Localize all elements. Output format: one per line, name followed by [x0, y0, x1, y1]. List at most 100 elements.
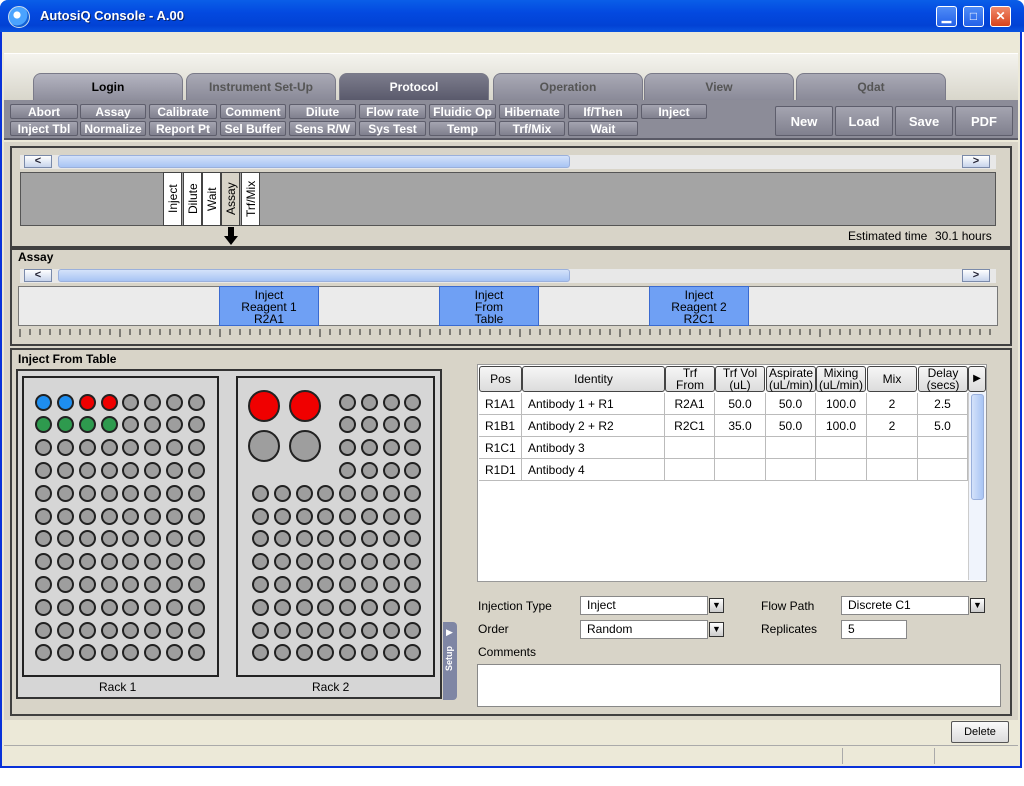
rack-2-well[interactable]	[295, 530, 313, 548]
tab-instrument-setup[interactable]: Instrument Set-Up	[186, 73, 336, 100]
table-cell[interactable]: R1D1	[479, 459, 522, 481]
table-cell[interactable]: 2.5	[918, 393, 968, 415]
rack-1-well[interactable]	[165, 461, 183, 479]
rack-1-well[interactable]	[34, 461, 52, 479]
rack-2-well[interactable]	[382, 393, 400, 411]
rack-2-well[interactable]	[295, 621, 313, 639]
rack-2-well[interactable]	[403, 575, 421, 593]
flow-path-dropdown-icon[interactable]: ▼	[970, 598, 985, 613]
rack-1-well[interactable]	[34, 393, 52, 411]
rack-1-well[interactable]	[143, 507, 161, 525]
rack-1-well[interactable]	[78, 575, 96, 593]
rack-2-well[interactable]	[403, 439, 421, 457]
rack-1-well[interactable]	[187, 416, 205, 434]
cmd-sens-rw[interactable]: Sens R/W	[289, 121, 356, 136]
rack-1-well[interactable]	[121, 575, 139, 593]
rack-1-well[interactable]	[187, 439, 205, 457]
step-wait[interactable]: Wait	[202, 172, 221, 226]
cmd-inject[interactable]: Inject	[641, 104, 707, 119]
cmd-report-pt[interactable]: Report Pt	[149, 121, 217, 136]
rack-1-well[interactable]	[165, 553, 183, 571]
rack-2-well[interactable]	[382, 553, 400, 571]
table-cell[interactable]	[665, 459, 715, 481]
rack-1-well[interactable]	[100, 507, 118, 525]
rack-2-well[interactable]	[360, 553, 378, 571]
rack-1-well[interactable]	[34, 575, 52, 593]
rack-1-well[interactable]	[34, 416, 52, 434]
rack-1-well[interactable]	[187, 530, 205, 548]
rack-1-well[interactable]	[165, 644, 183, 662]
rack-1-well[interactable]	[121, 507, 139, 525]
rack-2-well[interactable]	[273, 621, 291, 639]
column-header[interactable]: Mix	[867, 366, 917, 392]
rack-1-well[interactable]	[187, 621, 205, 639]
cmd-flow-rate[interactable]: Flow rate	[359, 104, 426, 119]
assay-scroll-right-arrow-icon[interactable]: >	[962, 269, 990, 282]
rack-1-well[interactable]	[34, 621, 52, 639]
rack-1-well[interactable]	[100, 530, 118, 548]
rack-1-well[interactable]	[143, 644, 161, 662]
cmd-trf-mix[interactable]: Trf/Mix	[499, 121, 565, 136]
new-button[interactable]: New	[775, 106, 833, 136]
rack-1-well[interactable]	[187, 484, 205, 502]
cmd-wait[interactable]: Wait	[568, 121, 638, 136]
save-button[interactable]: Save	[895, 106, 953, 136]
rack-1-well[interactable]	[187, 461, 205, 479]
rack-1-well[interactable]	[121, 461, 139, 479]
table-vscroll-thumb[interactable]	[971, 394, 984, 500]
rack-2-well[interactable]	[360, 598, 378, 616]
rack-2-well[interactable]	[403, 461, 421, 479]
pdf-button[interactable]: PDF	[955, 106, 1013, 136]
rack-2-well[interactable]	[251, 598, 269, 616]
rack-1-well[interactable]	[78, 598, 96, 616]
rack-1-well[interactable]	[165, 530, 183, 548]
column-header[interactable]: Aspirate (uL/min)	[766, 366, 816, 392]
table-cell[interactable]: R1C1	[479, 437, 522, 459]
rack-2-well[interactable]	[382, 575, 400, 593]
rack-1-well[interactable]	[165, 393, 183, 411]
rack-1-well[interactable]	[78, 461, 96, 479]
rack-1-well[interactable]	[187, 575, 205, 593]
cmd-comment[interactable]: Comment	[220, 104, 286, 119]
rack-2-well[interactable]	[403, 644, 421, 662]
column-header[interactable]: Delay (secs)	[918, 366, 968, 392]
rack-1-well[interactable]	[56, 644, 74, 662]
rack-2-well[interactable]	[360, 575, 378, 593]
rack-1-well[interactable]	[100, 598, 118, 616]
rack-1-well[interactable]	[187, 598, 205, 616]
assay-scroll-thumb[interactable]	[58, 269, 570, 282]
table-cell[interactable]: 2	[867, 393, 918, 415]
cmd-temp[interactable]: Temp	[429, 121, 496, 136]
rack-1-well[interactable]	[100, 553, 118, 571]
rack-1-well[interactable]	[56, 530, 74, 548]
rack-1-well[interactable]	[100, 621, 118, 639]
rack-1-well[interactable]	[34, 644, 52, 662]
comments-textarea[interactable]	[477, 664, 1001, 707]
rack-2-well[interactable]	[403, 393, 421, 411]
rack-2-well[interactable]	[251, 621, 269, 639]
rack-1-well[interactable]	[121, 530, 139, 548]
rack-2-well[interactable]	[316, 598, 334, 616]
rack-1-well[interactable]	[187, 393, 205, 411]
rack-1-well[interactable]	[143, 621, 161, 639]
rack-2-well[interactable]	[251, 644, 269, 662]
rack-1-well[interactable]	[56, 393, 74, 411]
rack-1-well[interactable]	[121, 439, 139, 457]
rack-1-well[interactable]	[121, 416, 139, 434]
cmd-normalize[interactable]: Normalize	[80, 121, 146, 136]
rack-2-large-well[interactable]	[248, 430, 280, 462]
rack-1-well[interactable]	[121, 553, 139, 571]
table-scroll-right-icon[interactable]: ▶	[968, 366, 986, 392]
rack-2-well[interactable]	[403, 553, 421, 571]
rack-1-well[interactable]	[100, 575, 118, 593]
rack-1-well[interactable]	[143, 553, 161, 571]
table-cell[interactable]: 100.0	[816, 415, 867, 437]
rack-1-well[interactable]	[143, 439, 161, 457]
rack-1-well[interactable]	[165, 598, 183, 616]
flow-path-select[interactable]: Discrete C1	[841, 596, 969, 615]
rack-1-well[interactable]	[100, 461, 118, 479]
table-cell[interactable]	[867, 437, 918, 459]
rack-2-well[interactable]	[273, 530, 291, 548]
rack-1-well[interactable]	[34, 530, 52, 548]
rack-1-well[interactable]	[34, 439, 52, 457]
